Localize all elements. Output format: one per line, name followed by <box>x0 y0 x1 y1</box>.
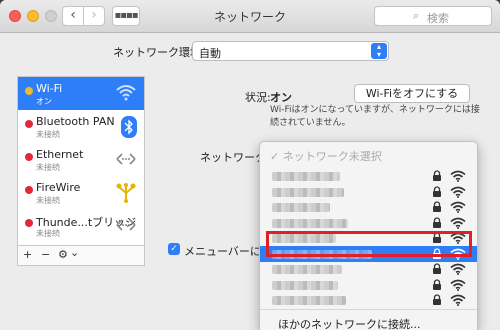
wifi-signal-icon <box>450 294 466 306</box>
service-status: 未接続 <box>36 130 60 139</box>
service-item-ethernet[interactable]: Ethernet 未接続 <box>18 143 144 176</box>
obscured-network-name <box>272 172 340 181</box>
remove-service-button[interactable]: − <box>41 248 50 261</box>
service-item-firewire[interactable]: FireWire 未接続 <box>18 176 144 209</box>
obscured-network-name <box>272 296 346 305</box>
network-item[interactable] <box>260 168 477 184</box>
service-status: 未接続 <box>36 163 60 172</box>
network-item[interactable] <box>260 215 477 231</box>
title-bar: ‹ › ▪▪▪▪ ネットワーク ⌕ 検索 <box>0 0 500 33</box>
wifi-signal-icon <box>450 170 466 182</box>
lock-icon <box>433 201 441 212</box>
menu-separator <box>260 309 477 310</box>
highlight-annotation <box>266 231 472 257</box>
status-label: 状況: <box>245 91 271 104</box>
status-description: Wi-Fiはオンになっていますが、ネットワークには接続されていません。 <box>270 105 480 128</box>
service-list-toolbar: + − ⚙ ⌄ <box>17 246 145 266</box>
network-item[interactable] <box>260 277 477 293</box>
lock-icon <box>433 216 441 228</box>
other-networks-item[interactable]: ほかのネットワークに接続... <box>278 316 421 330</box>
search-icon: ⌕ <box>413 9 420 22</box>
location-label: ネットワーク環境: <box>113 46 205 59</box>
service-status: 未接続 <box>36 196 60 205</box>
no-network-selected-item: ✓ ネットワーク未選択 <box>270 150 382 163</box>
bluetooth-icon <box>121 116 137 138</box>
wifi-off-button[interactable]: Wi-Fiをオフにする <box>354 84 470 103</box>
lock-icon <box>433 185 441 197</box>
wifi-signal-icon <box>450 217 466 229</box>
ethernet-icon <box>116 153 136 165</box>
network-item[interactable] <box>260 184 477 200</box>
service-item-bluetooth-pan[interactable]: Bluetooth PAN 未接続 <box>18 110 144 143</box>
menubar-checkbox[interactable]: ✓ <box>168 243 180 255</box>
obscured-network-name <box>272 265 342 274</box>
lock-icon <box>433 170 441 181</box>
service-name: Bluetooth PAN <box>36 115 115 128</box>
status-dot <box>25 87 33 95</box>
service-name: FireWire <box>36 181 81 194</box>
wifi-signal-icon <box>450 201 466 213</box>
search-placeholder: 検索 <box>427 12 449 25</box>
chevron-down-icon[interactable]: ⌄ <box>70 246 79 259</box>
network-item[interactable] <box>260 261 477 277</box>
wifi-signal-icon <box>450 263 466 275</box>
updown-chevron-icon: ▴ ▾ <box>371 43 387 59</box>
firewire-icon <box>116 183 136 203</box>
lock-icon <box>433 263 441 274</box>
status-value: オン <box>270 91 292 104</box>
obscured-network-name <box>272 218 348 228</box>
status-dot <box>25 186 33 194</box>
ethernet-icon <box>116 219 136 231</box>
location-select[interactable]: 自動 ▴ ▾ <box>192 41 389 61</box>
gear-icon[interactable]: ⚙ <box>58 248 68 261</box>
status-dot <box>25 219 33 227</box>
obscured-network-name <box>272 187 344 197</box>
lock-icon <box>433 294 441 305</box>
location-value: 自動 <box>199 47 221 60</box>
wifi-signal-icon <box>450 279 466 291</box>
network-item[interactable] <box>260 292 477 308</box>
lock-icon <box>433 278 441 290</box>
network-item[interactable] <box>260 199 477 215</box>
obscured-network-name <box>272 280 338 290</box>
status-dot <box>25 120 33 128</box>
obscured-network-name <box>272 203 330 212</box>
service-status: 未接続 <box>36 229 60 238</box>
service-item-thunderbolt-bridge[interactable]: Thunde...tブリッジ 未接続 <box>18 209 144 242</box>
checkmark-icon: ✓ <box>170 244 178 254</box>
service-name: Ethernet <box>36 148 84 161</box>
add-service-button[interactable]: + <box>23 248 32 261</box>
status-dot <box>25 153 33 161</box>
service-list[interactable]: Wi-Fi オン Bluetooth PAN 未接続 Ethernet 未接続 … <box>17 76 145 246</box>
service-status: オン <box>36 97 52 106</box>
service-item-wifi[interactable]: Wi-Fi オン <box>18 77 144 110</box>
search-field[interactable]: ⌕ 検索 <box>374 6 492 26</box>
wifi-icon <box>116 85 136 101</box>
wifi-signal-icon <box>450 186 466 198</box>
service-name: Wi-Fi <box>36 82 63 95</box>
network-preferences-window: ‹ › ▪▪▪▪ ネットワーク ⌕ 検索 ネットワーク環境: 自動 ▴ ▾ Wi-… <box>0 0 500 330</box>
